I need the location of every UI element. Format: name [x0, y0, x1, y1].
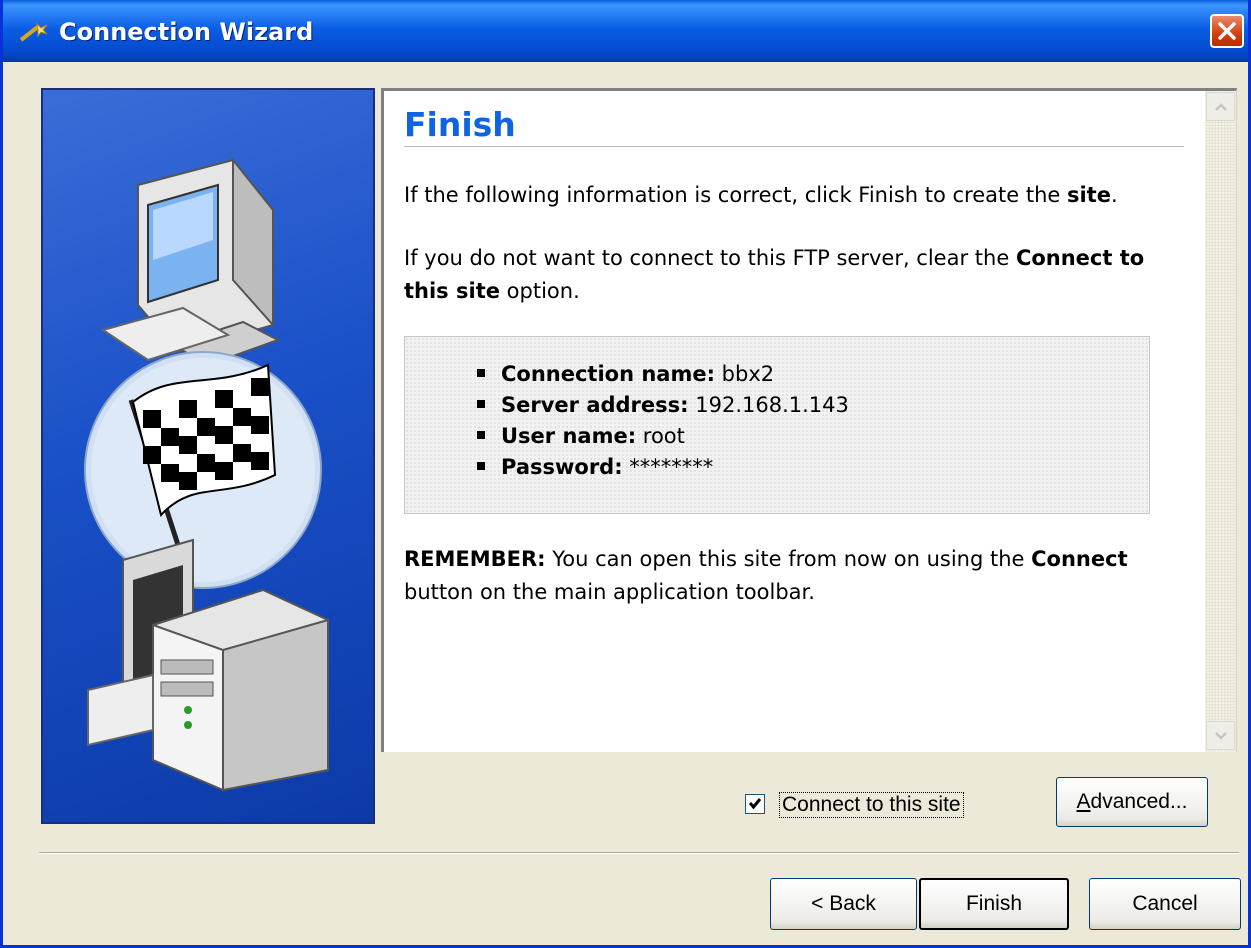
detail-value: 192.168.1.143 — [688, 393, 849, 417]
vertical-scrollbar[interactable] — [1205, 91, 1236, 752]
page-heading: Finish — [404, 105, 516, 144]
detail-connection-name: Connection name: bbx2 — [477, 359, 849, 390]
advanced-label: dvanced... — [1090, 790, 1188, 813]
remember-paragraph: REMEMBER: You can open this site from no… — [404, 543, 1194, 609]
close-icon — [1218, 22, 1236, 40]
button-separator — [39, 852, 1239, 854]
detail-value: bbx2 — [715, 362, 775, 386]
intro-paragraph: If the following information is correct,… — [404, 179, 1194, 212]
clear-text-start: If you do not want to connect to this FT… — [404, 246, 1016, 270]
network-computers-illustration — [84, 157, 329, 792]
advanced-mnemonic: A — [1076, 790, 1091, 813]
finish-button[interactable]: Finish — [919, 878, 1069, 930]
connection-wizard-window: Connection Wizard Finish If the followin… — [0, 0, 1251, 948]
window-title: Connection Wizard — [59, 18, 314, 46]
back-button[interactable]: < Back — [770, 878, 917, 930]
remember-connect-bold: Connect — [1031, 547, 1128, 571]
bullet-icon — [477, 369, 485, 377]
intro-end: . — [1110, 183, 1118, 207]
remember-text-end: button on the main application toolbar. — [404, 580, 815, 604]
detail-label: Password: — [501, 455, 623, 479]
detail-label: Connection name: — [501, 362, 715, 386]
remember-label: REMEMBER: — [404, 547, 546, 571]
detail-user-name: User name: root — [477, 421, 849, 452]
detail-label: User name: — [501, 424, 637, 448]
clear-text-end: option. — [499, 279, 580, 303]
wizard-side-illustration — [41, 88, 375, 824]
chevron-up-icon — [1215, 103, 1227, 111]
close-button[interactable] — [1210, 14, 1244, 48]
scroll-up-button[interactable] — [1206, 92, 1235, 121]
heading-divider — [404, 146, 1184, 147]
checkered-flag-icon — [84, 351, 322, 589]
bullet-icon — [477, 400, 485, 408]
checkmark-icon — [748, 798, 762, 810]
detail-password: Password: ******** — [477, 452, 849, 483]
connect-checkbox-label[interactable]: Connect to this site — [779, 792, 964, 818]
monitor-icon — [100, 157, 281, 367]
bullet-icon — [477, 431, 485, 439]
advanced-button[interactable]: Advanced... — [1056, 777, 1208, 827]
wizard-content-pane: Finish If the following information is c… — [381, 88, 1237, 752]
detail-value: root — [636, 424, 685, 448]
connect-checkbox[interactable] — [745, 794, 765, 814]
intro-text: If the following information is correct,… — [404, 183, 1067, 207]
title-bar[interactable]: Connection Wizard — [3, 0, 1248, 62]
detail-server-address: Server address: 192.168.1.143 — [477, 390, 849, 421]
remember-text-start: You can open this site from now on using… — [545, 547, 1032, 571]
cancel-button[interactable]: Cancel — [1089, 878, 1241, 930]
scroll-down-button[interactable] — [1206, 721, 1235, 750]
detail-label: Server address: — [501, 393, 689, 417]
wizard-wand-icon — [19, 22, 48, 42]
intro-bold-site: site — [1066, 183, 1111, 207]
connection-details-list: Connection name: bbx2 Server address: 19… — [477, 359, 849, 483]
detail-value: ******** — [622, 455, 714, 479]
chevron-down-icon — [1215, 732, 1227, 740]
bullet-icon — [477, 462, 485, 470]
clear-option-paragraph: If you do not want to connect to this FT… — [404, 242, 1194, 308]
connection-summary-box: Connection name: bbx2 Server address: 19… — [404, 336, 1150, 514]
